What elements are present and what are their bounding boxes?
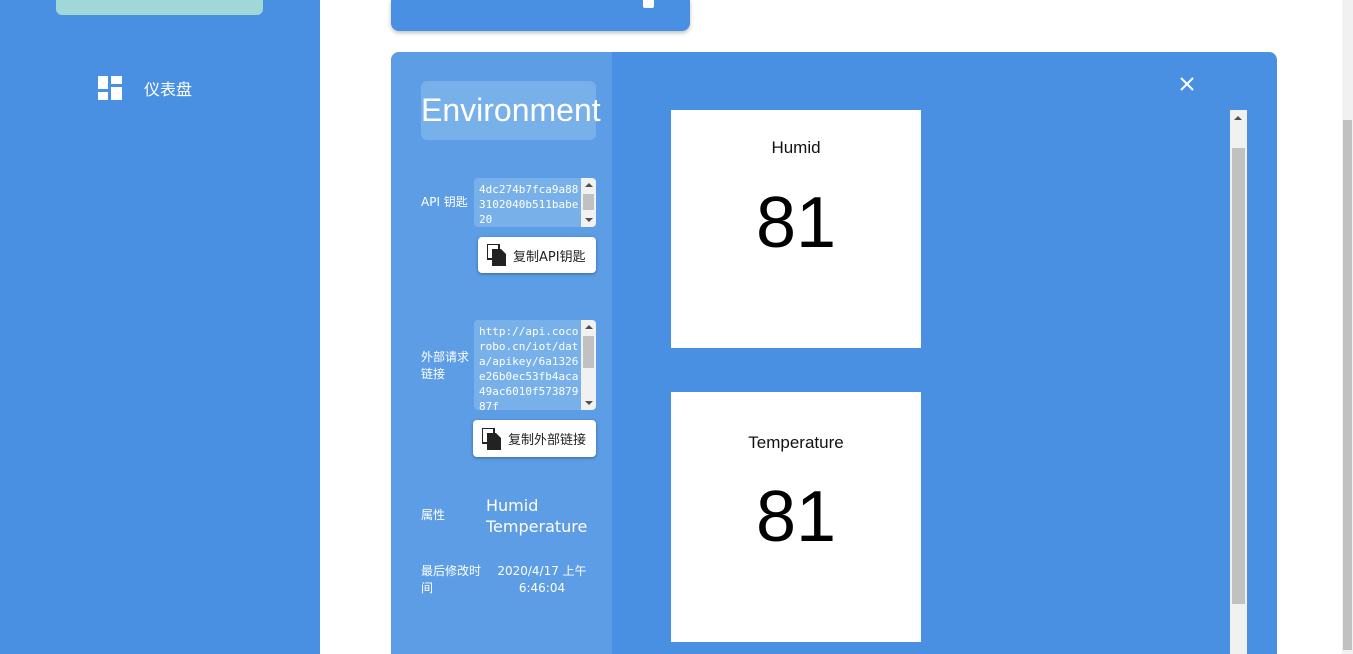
previous-device-card[interactable] bbox=[391, 0, 690, 31]
copy-external-link-label: 复制外部链接 bbox=[508, 433, 587, 448]
copy-external-link-button[interactable]: 复制外部链接 bbox=[473, 420, 596, 457]
external-link-scrollbar[interactable] bbox=[581, 320, 596, 410]
scroll-down-arrow-icon[interactable] bbox=[585, 401, 593, 405]
tiles-scrollbar-thumb[interactable] bbox=[1232, 148, 1245, 604]
api-key-field[interactable]: 4dc274b7fca9a883102040b511babe20 bbox=[474, 178, 596, 227]
tile-name: Temperature bbox=[748, 433, 844, 452]
dashboard-icon bbox=[98, 76, 122, 100]
sidebar: 仪表盘 bbox=[0, 0, 320, 654]
sidebar-item-dashboard[interactable]: 仪表盘 bbox=[98, 76, 192, 100]
external-link-label: 外部请求链接 bbox=[421, 350, 470, 381]
copy-api-key-label: 复制API钥匙 bbox=[513, 249, 586, 265]
api-key-label: API 钥匙 bbox=[421, 195, 468, 209]
sidebar-item-label: 仪表盘 bbox=[144, 80, 193, 99]
scroll-up-arrow-icon[interactable] bbox=[1234, 116, 1242, 120]
page-scrollbar[interactable] bbox=[1342, 0, 1353, 654]
properties-label: 属性 bbox=[421, 508, 446, 522]
copy-api-key-button[interactable]: 复制API钥匙 bbox=[478, 237, 596, 273]
page-scrollbar-thumb[interactable] bbox=[1343, 120, 1352, 650]
scroll-up-arrow-icon[interactable] bbox=[585, 325, 593, 329]
property-tile-humid: Humid 81 bbox=[671, 110, 921, 348]
tile-value: 81 bbox=[755, 183, 837, 263]
tiles-scrollbar[interactable] bbox=[1230, 110, 1247, 654]
property-tile-temperature: Temperature 81 bbox=[671, 392, 921, 642]
external-link-field[interactable]: http://api.cocorobo.cn/iot/data/apikey/6… bbox=[474, 320, 596, 410]
device-info-panel: Environment API 钥匙 4dc274b7fca9a88310204… bbox=[391, 52, 612, 654]
modified-value: 2020/4/17 上午6:46:04 bbox=[497, 564, 587, 595]
property-item: Temperature bbox=[486, 517, 588, 536]
scrollbar-thumb[interactable] bbox=[583, 336, 594, 368]
property-item: Humid bbox=[486, 496, 539, 515]
card-indicator bbox=[643, 0, 654, 8]
close-icon[interactable] bbox=[1178, 75, 1196, 93]
device-title-box: Environment bbox=[421, 81, 601, 140]
device-card: Environment API 钥匙 4dc274b7fca9a88310204… bbox=[391, 52, 1277, 654]
copy-icon bbox=[487, 244, 506, 266]
scrollbar-thumb[interactable] bbox=[583, 194, 594, 210]
api-key-scrollbar[interactable] bbox=[581, 178, 596, 227]
copy-icon bbox=[482, 427, 501, 450]
tile-name: Humid bbox=[771, 138, 821, 157]
scroll-up-arrow-icon[interactable] bbox=[585, 183, 593, 187]
scroll-down-arrow-icon[interactable] bbox=[585, 218, 593, 222]
api-key-value: 4dc274b7fca9a883102040b511babe20 bbox=[479, 183, 579, 226]
properties-list: Humid Temperature bbox=[486, 495, 587, 537]
device-title: Environment bbox=[421, 92, 601, 128]
sidebar-active-item[interactable] bbox=[56, 0, 263, 15]
tile-value: 81 bbox=[755, 477, 837, 557]
modified-label: 最后修改时间 bbox=[421, 564, 482, 595]
external-link-value: http://api.cocorobo.cn/iot/data/apikey/6… bbox=[479, 325, 579, 410]
